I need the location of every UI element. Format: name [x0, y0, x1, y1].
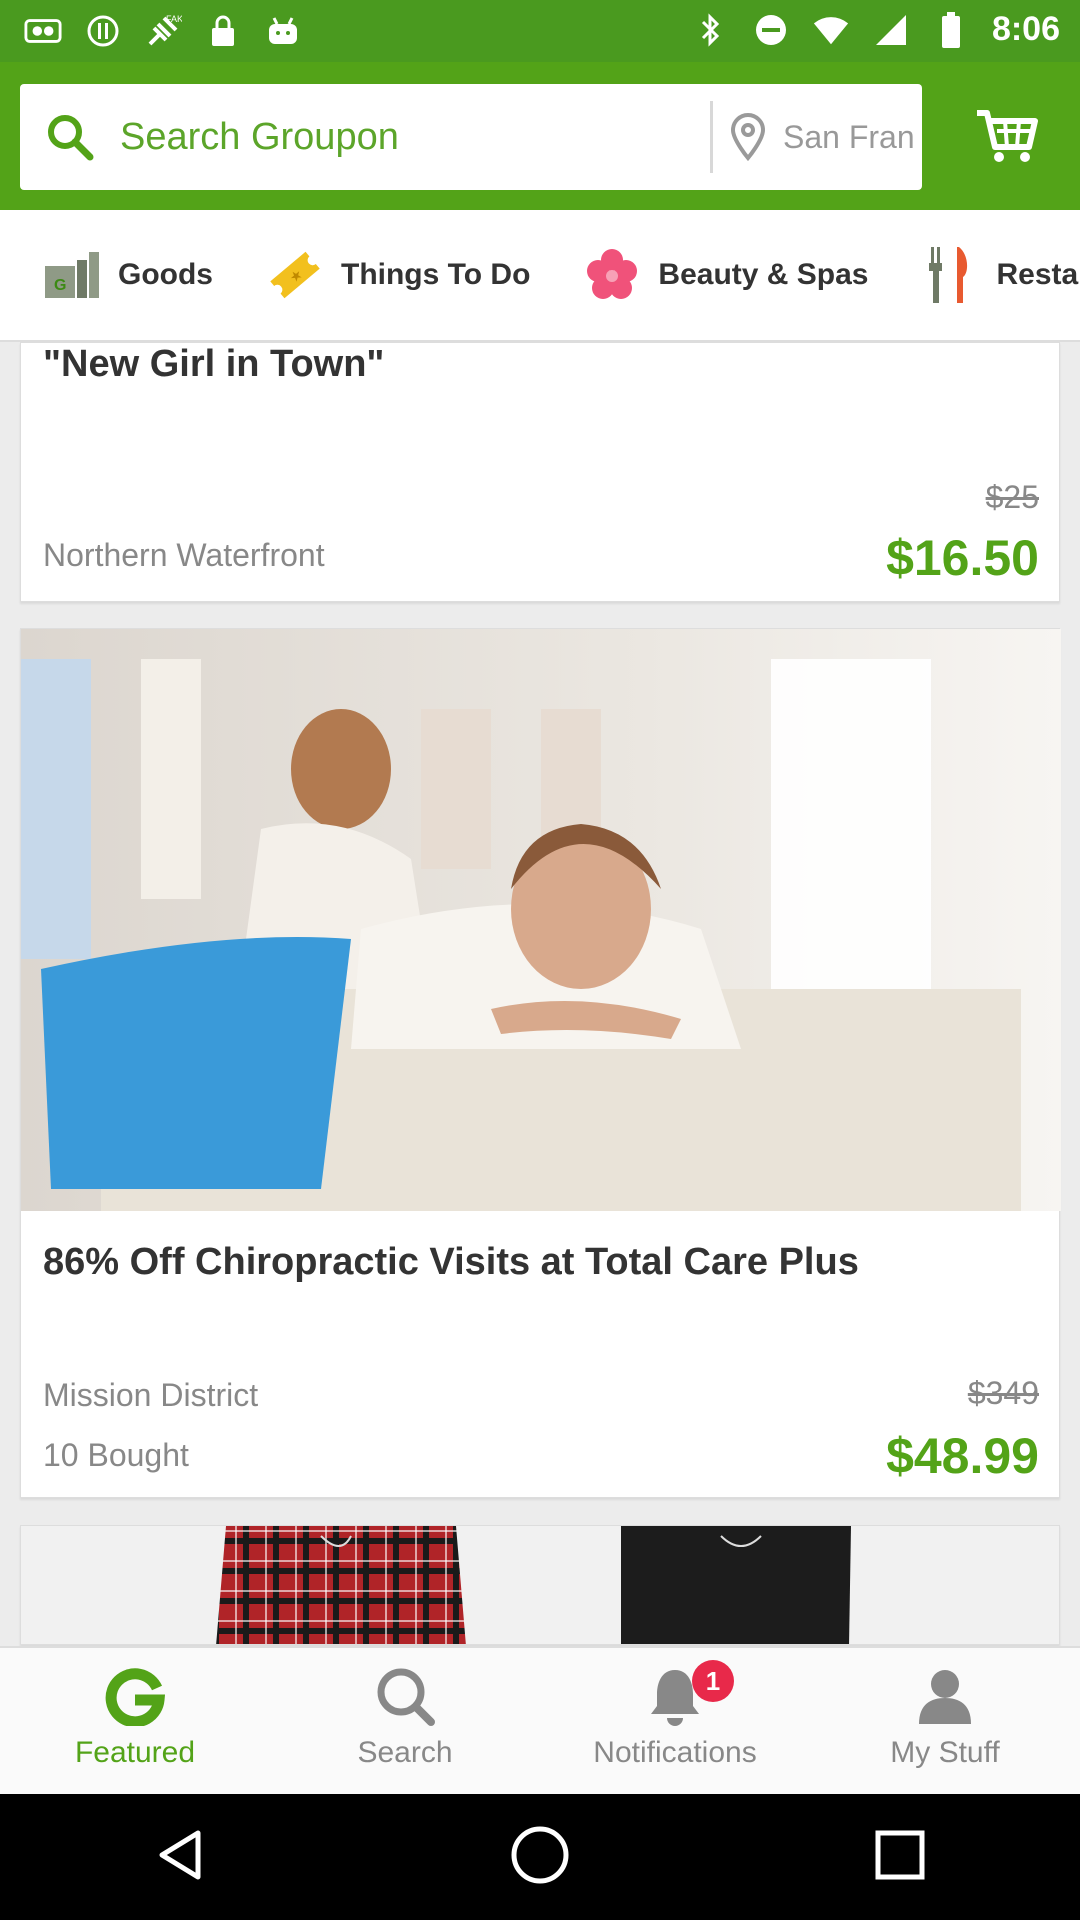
- deal-price: $16.50: [886, 530, 1039, 586]
- nav-search[interactable]: Search: [270, 1648, 540, 1794]
- nav-featured[interactable]: Featured: [0, 1648, 270, 1794]
- deal-price: $48.99: [886, 1428, 1039, 1484]
- tab-goods[interactable]: G Goods: [0, 210, 223, 340]
- cart-button[interactable]: [968, 102, 1046, 174]
- nav-label-featured: Featured: [74, 1736, 196, 1769]
- deal-card[interactable]: "New Girl in Town" $25 Northern Waterfro…: [20, 342, 1060, 602]
- goods-icon: G: [42, 245, 102, 305]
- back-icon: [150, 1825, 210, 1890]
- flower-icon: [582, 245, 642, 305]
- deal-image: [21, 629, 1061, 1211]
- nav-label-notifications: Notifications: [593, 1736, 757, 1769]
- tab-beauty-spas[interactable]: Beauty & Spas: [540, 210, 878, 340]
- nav-label-search: Search: [357, 1736, 453, 1769]
- svg-text:G: G: [54, 277, 66, 294]
- cart-icon: [975, 109, 1039, 168]
- notification-icon: [24, 12, 62, 50]
- tab-things-to-do[interactable]: ★ Things To Do: [223, 210, 540, 340]
- ticket-icon: ★: [265, 245, 325, 305]
- location-input[interactable]: [783, 118, 913, 156]
- deal-original-price: $349: [967, 1375, 1039, 1411]
- deal-bought-count: 10 Bought: [43, 1437, 189, 1473]
- deal-card[interactable]: [20, 1525, 1060, 1645]
- wifi-icon: [812, 11, 850, 49]
- search-bar: [20, 84, 922, 190]
- dnd-icon: [752, 11, 790, 49]
- deal-location: Mission District: [43, 1377, 259, 1413]
- search-input[interactable]: [120, 115, 700, 159]
- bottom-navigation: Featured Search 1 Notifications My Stuff: [0, 1646, 1080, 1794]
- home-icon: [508, 1823, 572, 1892]
- status-time: 8:06: [991, 10, 1060, 48]
- search-icon[interactable]: [20, 84, 120, 190]
- tab-label-things-to-do: Things To Do: [341, 258, 531, 291]
- category-tabs: G Goods ★ Things To Do Beauty & Spas Res…: [0, 210, 1080, 342]
- app-header: [0, 62, 1080, 210]
- android-icon: [264, 12, 302, 50]
- deal-title: "New Girl in Town": [43, 343, 385, 385]
- status-bar: FAKE 8:06: [0, 0, 1080, 62]
- svg-text:FAKE: FAKE: [166, 14, 182, 24]
- utensils-icon: [920, 245, 980, 305]
- tab-restaurants[interactable]: Restaurants: [878, 210, 1080, 340]
- search-icon: [373, 1664, 437, 1728]
- location-pin-icon[interactable]: [713, 84, 783, 190]
- fake-gps-icon: FAKE: [144, 12, 182, 50]
- nav-label-my-stuff: My Stuff: [890, 1736, 1000, 1769]
- deal-original-price: $25: [985, 479, 1039, 515]
- tab-label-restaurants: Restaurants: [996, 258, 1080, 291]
- system-navigation-bar: [0, 1794, 1080, 1920]
- home-button[interactable]: [480, 1807, 600, 1907]
- deal-image: [21, 1526, 1059, 1644]
- warning-icon: [84, 12, 122, 50]
- deal-location: Northern Waterfront: [43, 537, 325, 573]
- lock-icon: [204, 12, 242, 50]
- recents-icon: [872, 1827, 928, 1888]
- recents-button[interactable]: [840, 1807, 960, 1907]
- back-button[interactable]: [120, 1807, 240, 1907]
- deal-card[interactable]: 86% Off Chiropractic Visits at Total Car…: [20, 628, 1061, 1498]
- signal-icon: [872, 11, 910, 49]
- person-icon: [913, 1664, 977, 1728]
- notification-badge: 1: [692, 1660, 734, 1702]
- battery-icon: [932, 11, 970, 49]
- tab-label-goods: Goods: [118, 258, 213, 291]
- nav-notifications[interactable]: 1 Notifications: [540, 1648, 810, 1794]
- tab-label-beauty-spas: Beauty & Spas: [658, 258, 869, 291]
- bluetooth-icon: [692, 11, 730, 49]
- groupon-g-icon: [103, 1664, 167, 1728]
- nav-my-stuff[interactable]: My Stuff: [810, 1648, 1080, 1794]
- deal-title: 86% Off Chiropractic Visits at Total Car…: [43, 1241, 859, 1283]
